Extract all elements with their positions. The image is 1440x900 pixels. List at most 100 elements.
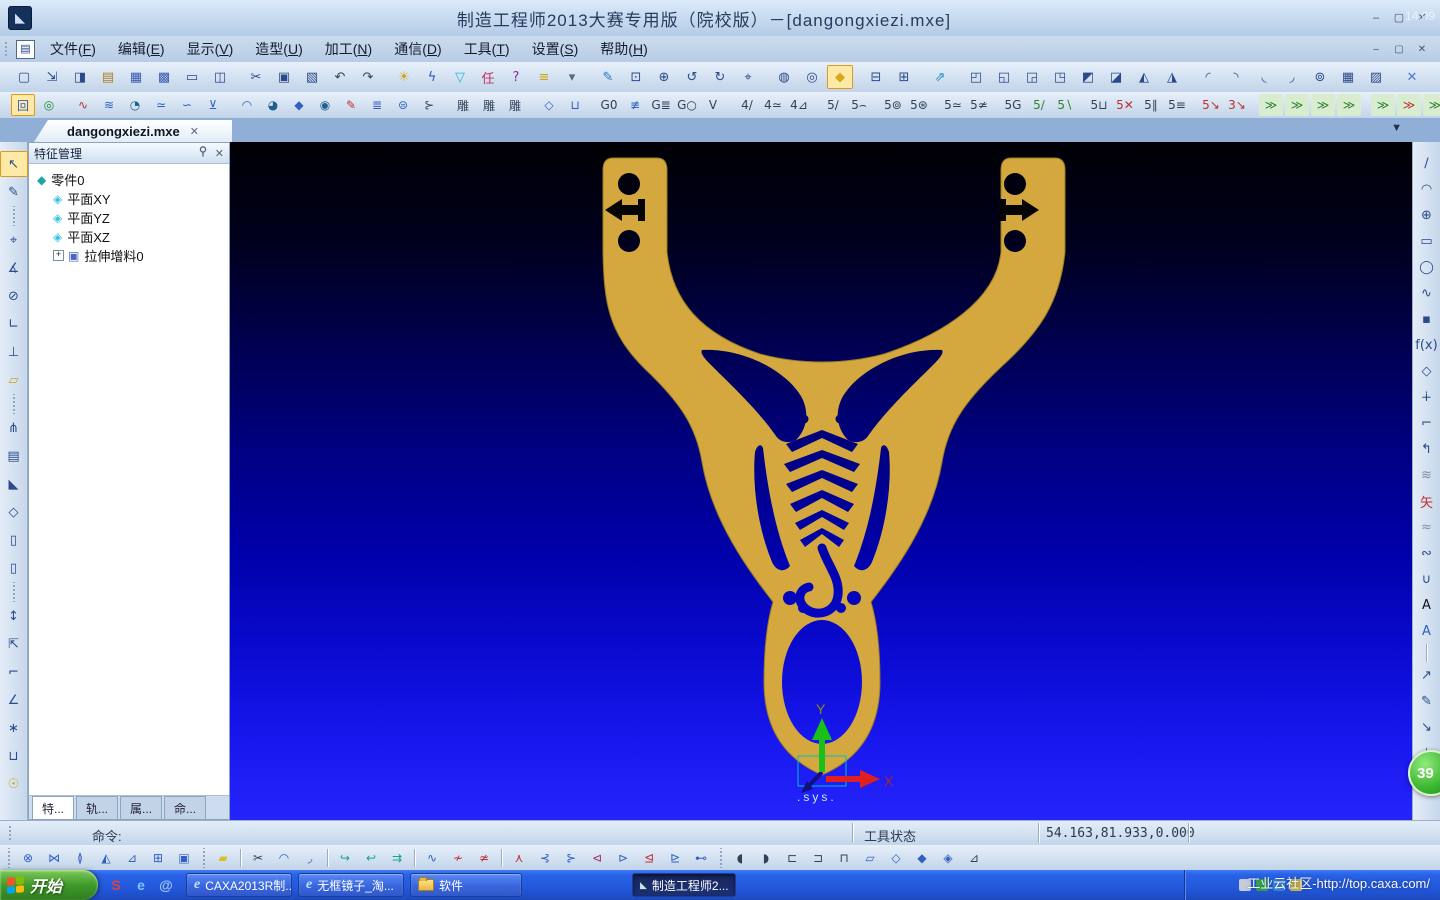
- zoom-window-icon[interactable]: ⊡: [623, 65, 649, 89]
- menu-edit[interactable]: 编辑(E): [107, 36, 176, 62]
- xform-grid-icon[interactable]: ⊞: [146, 847, 170, 869]
- paste-icon[interactable]: ▧: [299, 65, 325, 89]
- document-tab[interactable]: dangongxiezi.mxe ✕: [34, 120, 232, 142]
- redo-icon[interactable]: ↷: [355, 65, 381, 89]
- pan-view-icon[interactable]: ⌖: [735, 65, 761, 89]
- surface-d1-icon[interactable]: ◇: [884, 847, 908, 869]
- text-tool-icon[interactable]: A: [1413, 593, 1440, 617]
- layer-cut-icon[interactable]: ≃: [149, 94, 173, 116]
- contour-lines-cut-icon[interactable]: ≋: [97, 94, 121, 116]
- mill3d-3-icon[interactable]: ≫: [1311, 94, 1335, 116]
- axis4-line-cut-icon[interactable]: 4∕: [735, 94, 759, 116]
- axis5-side-cut2-icon[interactable]: 5≄: [967, 94, 991, 116]
- axis4-surface-cut-icon[interactable]: 4≃: [761, 94, 785, 116]
- hole-feature-icon[interactable]: ⊚: [1307, 65, 1333, 89]
- axis3-to-5-icon[interactable]: 3↘: [1225, 94, 1249, 116]
- box-target-icon[interactable]: ⇱: [0, 631, 28, 657]
- corner-arrow-icon[interactable]: ↰: [1413, 437, 1440, 461]
- surface-hill-icon[interactable]: ≈: [1413, 515, 1440, 539]
- xform-array-icon[interactable]: ◭: [94, 847, 118, 869]
- tree-node-平面XZ[interactable]: ◈平面XZ: [33, 227, 227, 246]
- command-prompt[interactable]: 命令:: [92, 826, 122, 845]
- point-tool-icon[interactable]: ▪: [1413, 307, 1440, 331]
- minimize-button[interactable]: –: [1368, 11, 1384, 26]
- axis5-check-cut2-icon[interactable]: 5∖: [1053, 94, 1077, 116]
- vector-tool-icon[interactable]: 矢: [1413, 489, 1440, 513]
- formula-curve-icon[interactable]: f(x): [1413, 333, 1440, 357]
- surface-leaf-1-icon[interactable]: ⊰: [533, 847, 557, 869]
- shaded-view-icon[interactable]: ◆: [827, 65, 853, 89]
- g-thread-cut-icon[interactable]: G≣: [649, 94, 673, 116]
- xform-offset-icon[interactable]: ≬: [68, 847, 92, 869]
- axis5-cup-cut-icon[interactable]: 5⊔: [1087, 94, 1111, 116]
- surface-d3-icon[interactable]: ◈: [936, 847, 960, 869]
- axis5-line-cut-icon[interactable]: 5∕: [821, 94, 845, 116]
- curve-mesh-icon[interactable]: ◭: [1131, 65, 1157, 89]
- rect-tool-icon[interactable]: ▭: [1413, 229, 1440, 253]
- slope-cut-icon[interactable]: ∿: [71, 94, 95, 116]
- fan-cut-icon[interactable]: ◔: [123, 94, 147, 116]
- cad-viewport[interactable]: Y X .sys.: [230, 142, 1412, 820]
- surface-plane-icon[interactable]: ▱: [858, 847, 882, 869]
- panel-tab-轨[interactable]: 轨...: [76, 796, 118, 819]
- shorten-curve-icon[interactable]: ↩: [359, 847, 383, 869]
- cylinder-pot-icon[interactable]: ⊔: [0, 743, 28, 769]
- surface-wave-icon[interactable]: ≋: [1413, 463, 1440, 487]
- contour-swirl-cut-icon[interactable]: ◎: [37, 94, 61, 116]
- rotate-view-icon[interactable]: ↻: [707, 65, 733, 89]
- undo-icon[interactable]: ↶: [327, 65, 353, 89]
- xform-mirror-icon[interactable]: ⋈: [42, 847, 66, 869]
- pencil-trace-cut-icon[interactable]: ✎: [339, 94, 363, 116]
- mill3d-1-icon[interactable]: ≫: [1259, 94, 1283, 116]
- quick-ie-icon[interactable]: e: [132, 876, 150, 894]
- command-bar-grip[interactable]: [7, 824, 13, 842]
- layers-icon[interactable]: ≡: [531, 65, 557, 89]
- axis4-flat-cut-icon[interactable]: 4⊿: [787, 94, 811, 116]
- dim-edit-icon[interactable]: ✎: [1413, 689, 1440, 713]
- xform-rotate-icon[interactable]: ⊿: [120, 847, 144, 869]
- corner-hook-icon[interactable]: ⌐: [0, 659, 28, 685]
- task-icon[interactable]: 任: [475, 65, 501, 89]
- csys-angle-icon[interactable]: ∡: [0, 255, 28, 281]
- panel-close-icon[interactable]: ✕: [215, 147, 224, 160]
- text-style-icon[interactable]: A: [1413, 619, 1440, 643]
- draft-feature-icon[interactable]: ◟: [1251, 65, 1277, 89]
- spline-tool-icon[interactable]: ∿: [1413, 281, 1440, 305]
- axis5-side-cut1-icon[interactable]: 5≃: [941, 94, 965, 116]
- csys-create-icon[interactable]: ⌖: [0, 227, 28, 253]
- carve-e1-icon[interactable]: 雕: [451, 94, 475, 116]
- menu-comm[interactable]: 通信(D): [383, 36, 452, 62]
- surface-leaf-3-icon[interactable]: ⊲: [585, 847, 609, 869]
- hidden-line-view-icon[interactable]: ◎: [799, 65, 825, 89]
- tree-node-零件0[interactable]: ◆零件0: [33, 170, 227, 189]
- task-folder-ruanjian[interactable]: 软件: [410, 873, 522, 897]
- select-cursor-icon[interactable]: ↖: [0, 151, 28, 177]
- pattern-feature-icon[interactable]: ▨: [1363, 65, 1389, 89]
- spline-edit-2-icon[interactable]: ≁: [446, 847, 470, 869]
- mill3d-7-icon[interactable]: ≫: [1423, 94, 1440, 116]
- help-question-icon[interactable]: ?: [503, 65, 529, 89]
- surface-leaf-7-icon[interactable]: ⊷: [689, 847, 713, 869]
- surface-extend-2-icon[interactable]: ⊐: [806, 847, 830, 869]
- revolve-cut-icon[interactable]: ◪: [1103, 65, 1129, 89]
- extend-curve-icon[interactable]: ↪: [333, 847, 357, 869]
- chamfer-feature-icon[interactable]: ◝: [1223, 65, 1249, 89]
- chamfer-curve-icon[interactable]: ◞: [298, 847, 322, 869]
- region-rough-cut-icon[interactable]: 回: [11, 94, 35, 116]
- spline-edit-3-icon[interactable]: ≄: [472, 847, 496, 869]
- extrude-boss-icon[interactable]: ◰: [963, 65, 989, 89]
- loft-boss-icon[interactable]: ◳: [1047, 65, 1073, 89]
- work-plane-icon[interactable]: ▱: [0, 367, 28, 393]
- axis5-ball-cut-icon[interactable]: 5⊛: [907, 94, 931, 116]
- extrude-cut-icon[interactable]: ◩: [1075, 65, 1101, 89]
- tab-list-dropdown-icon[interactable]: ▼: [1391, 122, 1402, 134]
- mill3d-2-icon[interactable]: ≫: [1285, 94, 1309, 116]
- sweep-boss-icon[interactable]: ◲: [1019, 65, 1045, 89]
- surface-bowl-icon[interactable]: ∪: [1413, 567, 1440, 591]
- dim-angle-icon[interactable]: ↘: [1413, 715, 1440, 739]
- surface-leaf-5-icon[interactable]: ⊴: [637, 847, 661, 869]
- xform-scale-icon[interactable]: ⊗: [16, 847, 40, 869]
- cut-icon[interactable]: ✂: [243, 65, 269, 89]
- open-file-icon[interactable]: ▤: [95, 65, 121, 89]
- drop-finish-icon[interactable]: ◆: [287, 94, 311, 116]
